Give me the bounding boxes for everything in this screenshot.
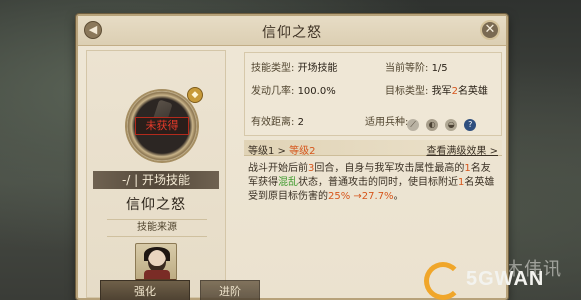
panel-title: 信仰之怒 bbox=[262, 25, 322, 41]
hero-portrait bbox=[148, 250, 166, 272]
skill-description: 战斗开始后前3回合，自身与我军攻击属性最高的1名友军获得混乱状态，普通攻击的同时… bbox=[248, 163, 495, 202]
bow-icon[interactable]: ◐ bbox=[426, 118, 439, 131]
spear-icon[interactable]: ⟋ bbox=[407, 118, 419, 131]
current-level-attr: 当前等阶: 1/5 bbox=[385, 63, 448, 74]
view-max-level-link[interactable]: 查看满级效果 > bbox=[426, 142, 498, 157]
skill-summary: 未获得 ◆ -/ | 开场技能 信仰之怒 技能来源 ★★★★★ bbox=[86, 50, 226, 298]
skill-type-banner: -/ | 开场技能 bbox=[93, 171, 219, 189]
skill-source-label: 技能来源 bbox=[107, 219, 207, 237]
attribute-grid: 技能类型: 开场技能 当前等阶: 1/5 发动几率: 100.0% 目标类型: … bbox=[244, 52, 502, 136]
help-icon[interactable]: ? bbox=[464, 118, 477, 131]
watermark-text: 5GWAN bbox=[466, 268, 545, 290]
activation-rate-attr: 发动几率: 100.0% bbox=[251, 86, 336, 97]
close-icon: ✕ bbox=[484, 22, 496, 37]
effective-range-attr: 有效距离: 2 bbox=[251, 117, 304, 128]
skill-emblem[interactable]: 未获得 ◆ bbox=[127, 87, 203, 161]
skill-type-attr: 技能类型: 开场技能 bbox=[251, 63, 338, 74]
troops-attr: 适用兵种: bbox=[365, 117, 409, 128]
skill-name: 信仰之怒 bbox=[126, 197, 186, 213]
close-button[interactable]: ✕ bbox=[480, 20, 500, 40]
tab-strengthen[interactable]: 强化 bbox=[100, 280, 190, 300]
site-watermark: 5GWAN bbox=[418, 258, 578, 300]
watermark-logo-icon bbox=[424, 262, 462, 300]
horse-icon[interactable]: ◒ bbox=[445, 118, 458, 131]
panel-titlebar: ◀ 信仰之怒 ✕ bbox=[78, 16, 506, 46]
target-type-attr: 目标类型: 我军2名英雄 bbox=[385, 86, 488, 97]
tab-advance[interactable]: 进阶 bbox=[200, 280, 260, 300]
troop-icons: ⟋ ◐ ◒ ? bbox=[407, 114, 478, 133]
gem-badge-icon: ◆ bbox=[187, 87, 203, 103]
level-indicator: 等级1 > 等级2 bbox=[248, 146, 316, 157]
level-bar: 等级1 > 等级2 查看满级效果 > bbox=[244, 140, 502, 157]
unobtained-status: 未获得 bbox=[135, 117, 189, 135]
skill-details: 技能类型: 开场技能 当前等阶: 1/5 发动几率: 100.0% 目标类型: … bbox=[244, 50, 502, 260]
